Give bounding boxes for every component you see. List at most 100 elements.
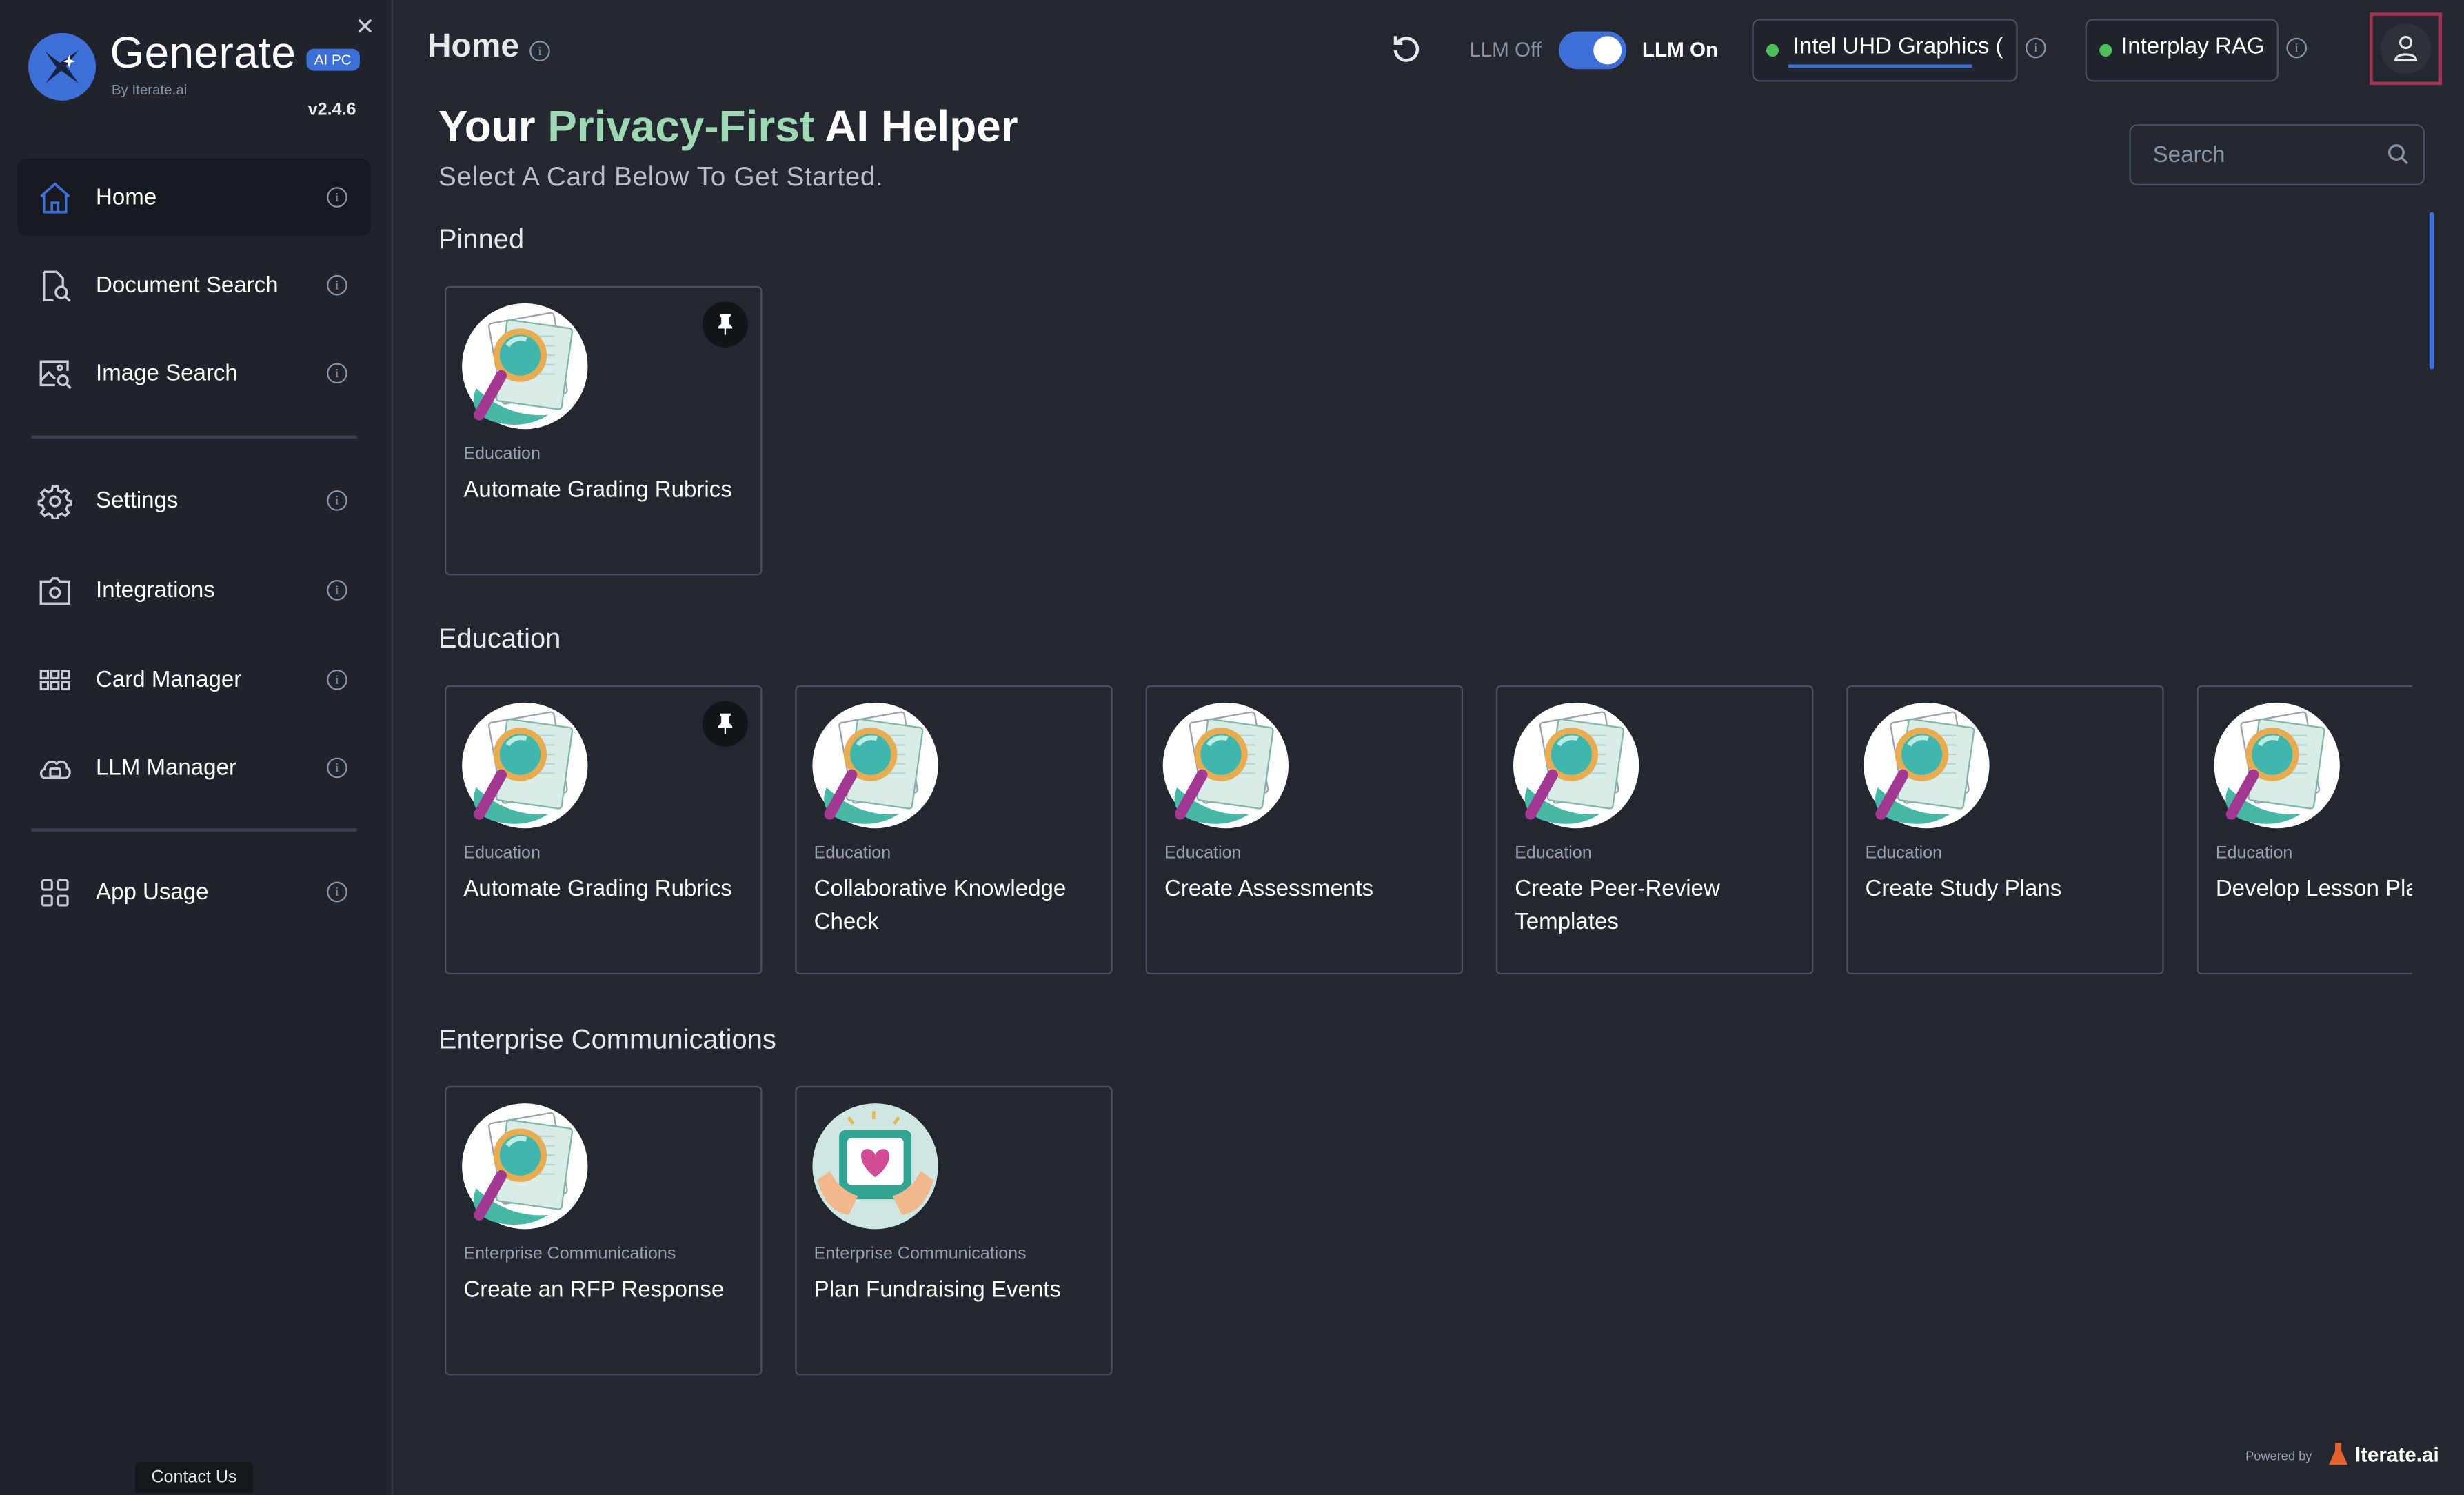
llm-toggle[interactable] [1559,31,1627,70]
info-icon[interactable]: i [327,274,347,296]
refresh-icon[interactable] [1391,33,1422,65]
card[interactable]: Enterprise Communications Plan Fundraisin… [795,1085,1113,1376]
sidebar-item-image-search[interactable]: Image Search i [17,334,371,412]
close-icon[interactable]: ✕ [355,12,375,41]
card-title: Plan Fundraising Events [814,1278,1061,1303]
section-title-pinned: Pinned [438,223,525,255]
toggle-knob [1593,36,1622,65]
pin-icon[interactable] [702,301,748,348]
logo-star-icon [28,32,97,101]
sidebar-divider [31,828,357,832]
card[interactable]: Education Create Peer-Review Templates [1495,685,1814,975]
info-icon[interactable]: i [2026,37,2046,59]
home-icon [40,182,70,214]
card-category: Education [1515,843,1592,863]
sidebar-item-label: LLM Manager [96,755,236,781]
llm-off-label: LLM Off [1469,37,1542,61]
sidebar-item-label: Settings [96,488,179,514]
card-title: Create Study Plans [1865,876,2062,903]
sidebar-item-card-manager[interactable]: Card Manager i [17,641,371,719]
card[interactable]: Education Create Study Plans [1846,685,2164,975]
ai-pc-badge: AI PC [306,48,359,71]
status-dot [2099,43,2112,57]
flask-icon [2328,1443,2348,1465]
app-logo: Generate AI PC By Iterate.ai v2.4.6 [28,28,382,123]
card[interactable]: Enterprise Communications Create an RFP R… [445,1085,763,1376]
sidebar-item-settings[interactable]: Settings i [17,462,371,539]
status-dot [1766,43,1779,57]
info-icon[interactable]: i [327,669,347,690]
magnifier-icon [2212,701,2341,830]
search-box [2129,124,2425,185]
search-icon[interactable] [2387,143,2409,165]
device-label: Intel UHD Graphics ( [1793,34,2003,60]
card-title: Collaborative Knowledge Check [814,876,1067,936]
card[interactable]: Education Collaborative Knowledge Check [795,685,1113,975]
info-icon[interactable]: i [327,363,347,384]
card[interactable]: Education Create Assessments [1145,685,1464,975]
info-icon[interactable]: i [2286,37,2308,59]
image-search-icon [39,360,72,390]
scrollbar[interactable] [2429,212,2434,370]
section-title-enterprise: Enterprise Communications [438,1023,776,1055]
iterate-logo: Iterate.ai [2327,1441,2439,1467]
sidebar-item-home[interactable]: Home i [17,159,371,236]
hero-subtitle: Select A Card Below To Get Started. [438,161,884,192]
grid-icon [39,670,70,691]
card-title: Automate Grading Rubrics [463,876,732,903]
info-icon[interactable]: i [327,757,347,779]
llm-on-label: LLM On [1642,37,1719,61]
sidebar-item-document-search[interactable]: Document Search i [17,247,371,324]
card-category: Education [814,843,891,863]
card[interactable]: Education Automate Grading Rubrics [445,685,763,975]
rag-selector[interactable]: Interplay RAG [2085,19,2279,82]
sidebar-item-label: Home [96,184,157,210]
device-underline [1788,64,1972,68]
hero-title-accent: Privacy-First [547,102,814,151]
hero-title-post: AI Helper [825,102,1018,151]
sidebar-item-integrations[interactable]: Integrations i [17,552,371,629]
sidebar-item-label: App Usage [96,879,209,905]
magnifier-icon [461,1102,589,1231]
user-profile-button[interactable] [2370,12,2443,86]
search-input[interactable] [2150,137,2376,175]
heart-gift-icon [811,1102,940,1231]
magnifier-icon [461,701,589,830]
brand-label: Iterate.ai [2354,1443,2439,1467]
info-icon[interactable]: i [327,490,347,511]
hero-title-pre: Your [438,102,536,151]
app-version: v2.4.6 [307,100,356,120]
contact-us-button[interactable]: Contact Us [135,1461,253,1494]
magnifier-icon [461,302,589,431]
card-title: Create an RFP Response [463,1278,725,1303]
info-icon[interactable]: i [327,580,347,601]
card-title: Automate Grading Rubrics [463,477,732,503]
sidebar-item-label: Document Search [96,272,279,298]
sidebar-item-label: Image Search [96,361,238,386]
sidebar-item-llm-manager[interactable]: LLM Manager i [17,730,371,807]
pin-icon[interactable] [702,701,748,747]
app-name: Generate [110,28,296,77]
powered-by-label: Powered by [2245,1449,2312,1464]
section-title-education: Education [438,622,561,654]
page-title: Home [427,28,519,65]
sidebar-divider [31,435,357,439]
app-by-line: By Iterate.ai [111,81,188,98]
card-title: Create Assessments [1164,876,1374,903]
info-icon[interactable]: i [327,187,347,208]
card[interactable]: Education Automate Grading Rubrics [445,285,763,576]
cloud-chip-icon [39,760,71,779]
card-category: Education [1865,843,1943,863]
card-category: Education [463,445,541,464]
apps-icon [41,879,69,907]
integrations-icon [39,577,70,605]
hero-title: Your Privacy-First AI Helper [438,102,1018,152]
device-selector[interactable]: Intel UHD Graphics ( [1752,19,2018,82]
card-title: Develop Lesson Pla [2215,876,2412,903]
info-icon[interactable]: i [327,881,347,903]
sidebar-item-app-usage[interactable]: App Usage i [17,854,371,931]
info-icon[interactable]: i [529,41,550,61]
card-category: Education [463,843,541,863]
sidebar: Generate AI PC By Iterate.ai v2.4.6 ✕ Ho… [0,0,393,1495]
card[interactable]: Education Develop Lesson Pla [2197,685,2412,975]
